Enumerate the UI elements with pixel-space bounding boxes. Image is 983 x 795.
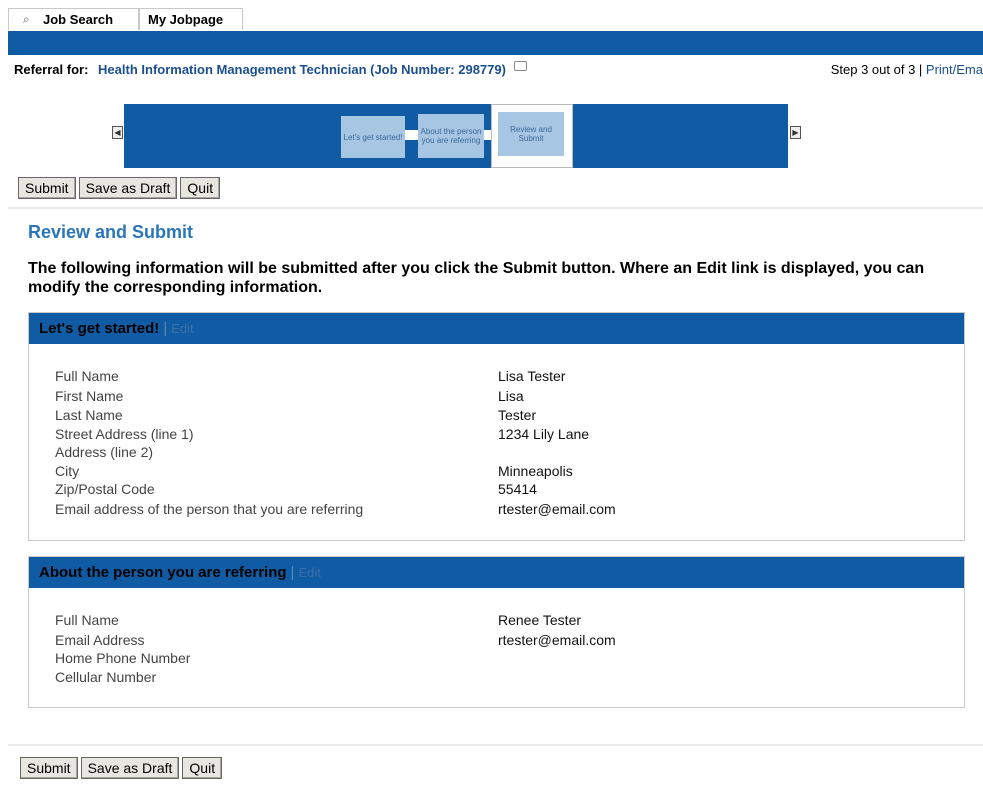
- section-header: Let's get started! | Edit: [29, 313, 964, 344]
- tab-job-search[interactable]: ⌕ Job Search: [8, 8, 139, 30]
- field-row: City Minneapolis: [55, 463, 935, 482]
- top-button-row: Submit Save as Draft Quit: [18, 177, 221, 199]
- wizard-step-3: Review and Submit: [498, 112, 564, 156]
- divider: [8, 744, 983, 746]
- section-lets-get-started: Let's get started! | Edit Full Name Lisa …: [28, 312, 965, 541]
- field-value: Renee Tester: [498, 612, 582, 628]
- field-label: City: [55, 463, 80, 479]
- tab-my-jobpage[interactable]: My Jobpage: [139, 8, 243, 30]
- field-row: Email Address rtester@email.com: [55, 632, 935, 651]
- divider: [8, 207, 983, 209]
- field-row: Cellular Number: [55, 669, 935, 688]
- wizard-progress: Let's get started! About the person you …: [124, 104, 788, 168]
- field-label: Home Phone Number: [55, 650, 191, 666]
- field-row: Full Name Renee Tester: [55, 612, 935, 631]
- field-label: Full Name: [55, 612, 119, 628]
- field-value: Lisa Tester: [498, 368, 566, 384]
- section-title: About the person you are referring: [39, 564, 287, 581]
- job-title-link[interactable]: Health Information Management Technician…: [98, 62, 506, 77]
- edit-link[interactable]: Edit: [171, 321, 193, 336]
- field-value: 1234 Lily Lane: [498, 426, 590, 442]
- wizard-step-1[interactable]: Let's get started!: [341, 116, 405, 158]
- quit-button[interactable]: Quit: [180, 177, 221, 199]
- save-draft-button[interactable]: Save as Draft: [78, 177, 178, 199]
- field-value: rtester@email.com: [498, 501, 616, 517]
- section-about-person: About the person you are referring | Edi…: [28, 556, 965, 708]
- field-label: Email address of the person that you are…: [55, 501, 364, 517]
- field-value: 55414: [498, 481, 537, 497]
- field-row: Email address of the person that you are…: [55, 501, 935, 520]
- header-bar: [8, 31, 983, 55]
- section-separator: |: [163, 320, 168, 337]
- submit-button[interactable]: Submit: [20, 757, 78, 779]
- wizard-step-1-label: Let's get started!: [343, 132, 403, 142]
- tab-my-jobpage-label: My Jobpage: [148, 12, 224, 27]
- wizard-step-3-label: Review and Submit: [510, 125, 552, 143]
- tab-job-search-label: Job Search: [43, 12, 114, 27]
- save-draft-button[interactable]: Save as Draft: [80, 757, 180, 779]
- field-row: Last Name Tester: [55, 407, 935, 426]
- wizard-prev-icon[interactable]: ◀: [112, 126, 123, 139]
- comment-icon: [513, 61, 527, 71]
- quit-button[interactable]: Quit: [182, 757, 223, 779]
- field-value: Minneapolis: [498, 463, 573, 479]
- submit-button[interactable]: Submit: [18, 177, 76, 199]
- bottom-button-row: Submit Save as Draft Quit: [20, 757, 223, 779]
- section-title: Let's get started!: [39, 320, 160, 337]
- field-label: Email Address: [55, 632, 145, 648]
- intro-text: The following information will be submit…: [28, 260, 925, 296]
- search-icon: ⌕: [23, 12, 30, 26]
- field-label: Cellular Number: [55, 669, 157, 685]
- page-title: Review and Submit: [28, 222, 194, 242]
- section-separator: |: [290, 564, 295, 581]
- step-indicator: Step 3 out of 3 | Print/Ema: [831, 62, 983, 77]
- field-label: Last Name: [55, 407, 123, 423]
- step-text: Step 3 out of 3 |: [830, 62, 923, 77]
- field-row: Zip/Postal Code 55414: [55, 481, 935, 500]
- wizard-step-2[interactable]: About the person you are referring: [418, 114, 484, 158]
- field-label: Full Name: [55, 368, 119, 384]
- print-email-link[interactable]: Print/Ema: [926, 62, 983, 77]
- field-row: Street Address (line 1) 1234 Lily Lane: [55, 426, 935, 445]
- field-label: Zip/Postal Code: [55, 481, 155, 497]
- section-header: About the person you are referring | Edi…: [29, 557, 964, 588]
- referral-line: Referral for: Health Information Managem…: [14, 61, 527, 77]
- wizard-next-icon[interactable]: ▶: [790, 126, 801, 139]
- wizard-step-2-label: About the person you are referring: [420, 127, 482, 145]
- top-tabs: ⌕ Job Search My Jobpage: [8, 8, 243, 30]
- edit-link[interactable]: Edit: [298, 565, 320, 580]
- field-label: Address (line 2): [55, 444, 154, 460]
- field-value: Lisa: [498, 388, 524, 404]
- referral-label: Referral for:: [14, 62, 89, 77]
- field-row: Full Name Lisa Tester: [55, 368, 935, 387]
- field-row: Home Phone Number: [55, 650, 935, 669]
- field-value: rtester@email.com: [498, 632, 616, 648]
- field-label: Street Address (line 1): [55, 426, 194, 442]
- field-value: Tester: [498, 407, 537, 423]
- field-row: Address (line 2): [55, 444, 935, 463]
- field-label: First Name: [55, 388, 124, 404]
- field-row: First Name Lisa: [55, 388, 935, 407]
